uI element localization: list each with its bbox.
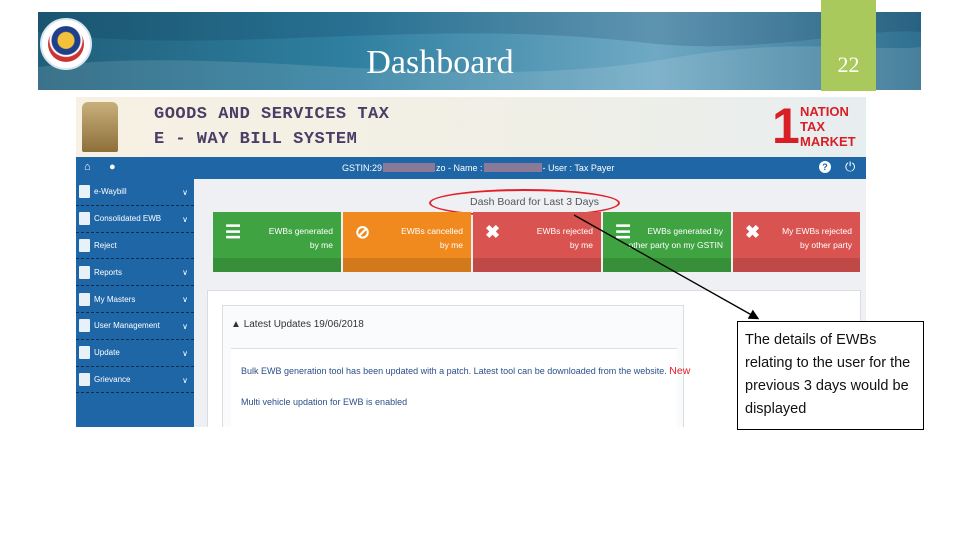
sidebar-menu: e-Waybill ∨ Consolidated EWB ∨ Reject Re…: [76, 179, 194, 427]
ntm-logo-number: 1: [772, 98, 800, 154]
card-ewbs-generated-by-me[interactable]: ☰ EWBs generated by me: [213, 212, 341, 272]
chevron-down-icon: ∨: [182, 375, 188, 385]
page-number: 22: [837, 52, 860, 77]
portal-header: GOODS AND SERVICES TAX E - WAY BILL SYST…: [76, 97, 866, 157]
card-label-line1: EWBs generated by: [647, 226, 723, 236]
card-footer: [603, 258, 731, 272]
card-footer: [473, 258, 601, 272]
chevron-down-icon: ∨: [182, 214, 188, 224]
sidebar-item-label: Reports: [94, 267, 123, 277]
sidebar-item-grievance[interactable]: Grievance ∨: [76, 367, 194, 394]
portal-title-line1: GOODS AND SERVICES TAX: [154, 105, 390, 124]
top-navbar: ⌂ ● GSTIN:29 zo - Name : - User : Tax Paye…: [76, 157, 866, 179]
card-footer: [343, 258, 471, 272]
sidebar-item-label: Grievance: [94, 374, 131, 384]
redacted-name: [483, 163, 542, 172]
gstin-label: GSTIN:29: [342, 163, 383, 173]
card-label-line2: by me: [309, 240, 333, 250]
menu-icon: [79, 346, 90, 360]
sidebar-item-label: Update: [94, 348, 120, 358]
callout-note: The details of EWBs relating to the user…: [737, 321, 924, 430]
card-label-line2: by me: [439, 240, 463, 250]
sidebar-item-user-management[interactable]: User Management ∨: [76, 313, 194, 340]
menu-icon: [79, 372, 90, 386]
update-text: Multi vehicle updation for EWB is enable…: [241, 397, 408, 407]
user-icon[interactable]: ●: [109, 161, 116, 173]
update-item[interactable]: Bulk EWB generation tool has been update…: [241, 365, 690, 377]
latest-updates-header: Latest Updates 19/06/2018: [243, 319, 364, 330]
ntm-logo-word: TAX: [800, 119, 826, 134]
sidebar-item-label: Reject: [94, 240, 117, 250]
card-label-line1: EWBs rejected: [536, 226, 593, 236]
latest-updates-box: ▲ Latest Updates 19/06/2018 Bulk EWB gen…: [222, 305, 690, 427]
menu-icon: [79, 265, 90, 279]
chevron-down-icon: ∨: [182, 348, 188, 358]
ntm-logo-word: NATION: [800, 104, 849, 119]
power-icon[interactable]: ⏻: [845, 159, 855, 175]
update-text: Bulk EWB generation tool has been update…: [241, 366, 667, 376]
sidebar-item-my-masters[interactable]: My Masters ∨: [76, 286, 194, 313]
slide-title: Dashboard: [366, 44, 514, 81]
sidebar-item-label: User Management: [94, 321, 160, 331]
chevron-down-icon: ∨: [182, 321, 188, 331]
menu-icon: [79, 292, 90, 306]
chevron-down-icon: ∨: [182, 188, 188, 197]
sidebar-item-consolidated-ewb[interactable]: Consolidated EWB ∨: [76, 206, 194, 233]
name-label: zo - Name :: [436, 163, 483, 173]
sidebar-item-update[interactable]: Update ∨: [76, 340, 194, 367]
card-ewbs-rejected-by-me[interactable]: ✖ EWBs rejected by me: [473, 212, 601, 272]
menu-icon: [79, 185, 90, 199]
card-label-line2: by other party: [800, 240, 852, 250]
bell-icon: ▲: [231, 319, 241, 330]
user-role-label: - User : Tax Payer: [542, 163, 615, 173]
ntm-logo-word: MARKET: [800, 134, 856, 149]
card-label-line2: by me: [569, 240, 593, 250]
card-label-line1: My EWBs rejected: [782, 226, 852, 236]
menu-icon: [79, 319, 90, 333]
card-my-ewbs-rejected-by-other-party[interactable]: ✖ My EWBs rejected by other party: [733, 212, 860, 272]
sidebar-item-reports[interactable]: Reports ∨: [76, 259, 194, 287]
card-footer: [733, 258, 860, 272]
chevron-down-icon: ∨: [182, 295, 188, 305]
portal-title-line2: E - WAY BILL SYSTEM: [154, 130, 358, 149]
sidebar-item-reject[interactable]: Reject: [76, 233, 194, 260]
chevron-down-icon: ∨: [182, 268, 188, 278]
sidebar-item-label: My Masters: [94, 294, 136, 304]
institute-logo: [40, 18, 92, 70]
user-info-text: GSTIN:29 zo - Name : - User : Tax Payer: [342, 163, 614, 173]
help-icon[interactable]: ?: [819, 161, 831, 173]
menu-icon: [79, 212, 90, 226]
logo-emblem-icon: [48, 26, 84, 62]
national-emblem-icon: [82, 102, 118, 152]
update-item[interactable]: Multi vehicle updation for EWB is enable…: [241, 397, 407, 407]
menu-icon: [79, 238, 90, 252]
home-icon[interactable]: ⌂: [84, 161, 91, 173]
sidebar-item-e-waybill[interactable]: e-Waybill ∨: [76, 179, 194, 206]
nation-tax-market-logo: 1 NATION TAX MARKET: [772, 98, 862, 154]
updates-list: Bulk EWB generation tool has been update…: [231, 348, 690, 427]
card-label-line2: other party on my GSTIN: [628, 240, 723, 250]
card-footer: [213, 258, 341, 272]
sidebar-item-label: e-Waybill: [94, 187, 127, 197]
redacted-gstin: [383, 163, 436, 172]
card-label-line1: EWBs cancelled: [401, 226, 463, 236]
sidebar-item-label: Consolidated EWB: [94, 214, 162, 224]
card-label-line1: EWBs generated: [268, 226, 333, 236]
card-ewbs-cancelled-by-me[interactable]: ⊘ EWBs cancelled by me: [343, 212, 471, 272]
new-badge: New: [669, 365, 691, 377]
card-ewbs-generated-by-other-party[interactable]: ☰ EWBs generated by other party on my GS…: [603, 212, 731, 272]
